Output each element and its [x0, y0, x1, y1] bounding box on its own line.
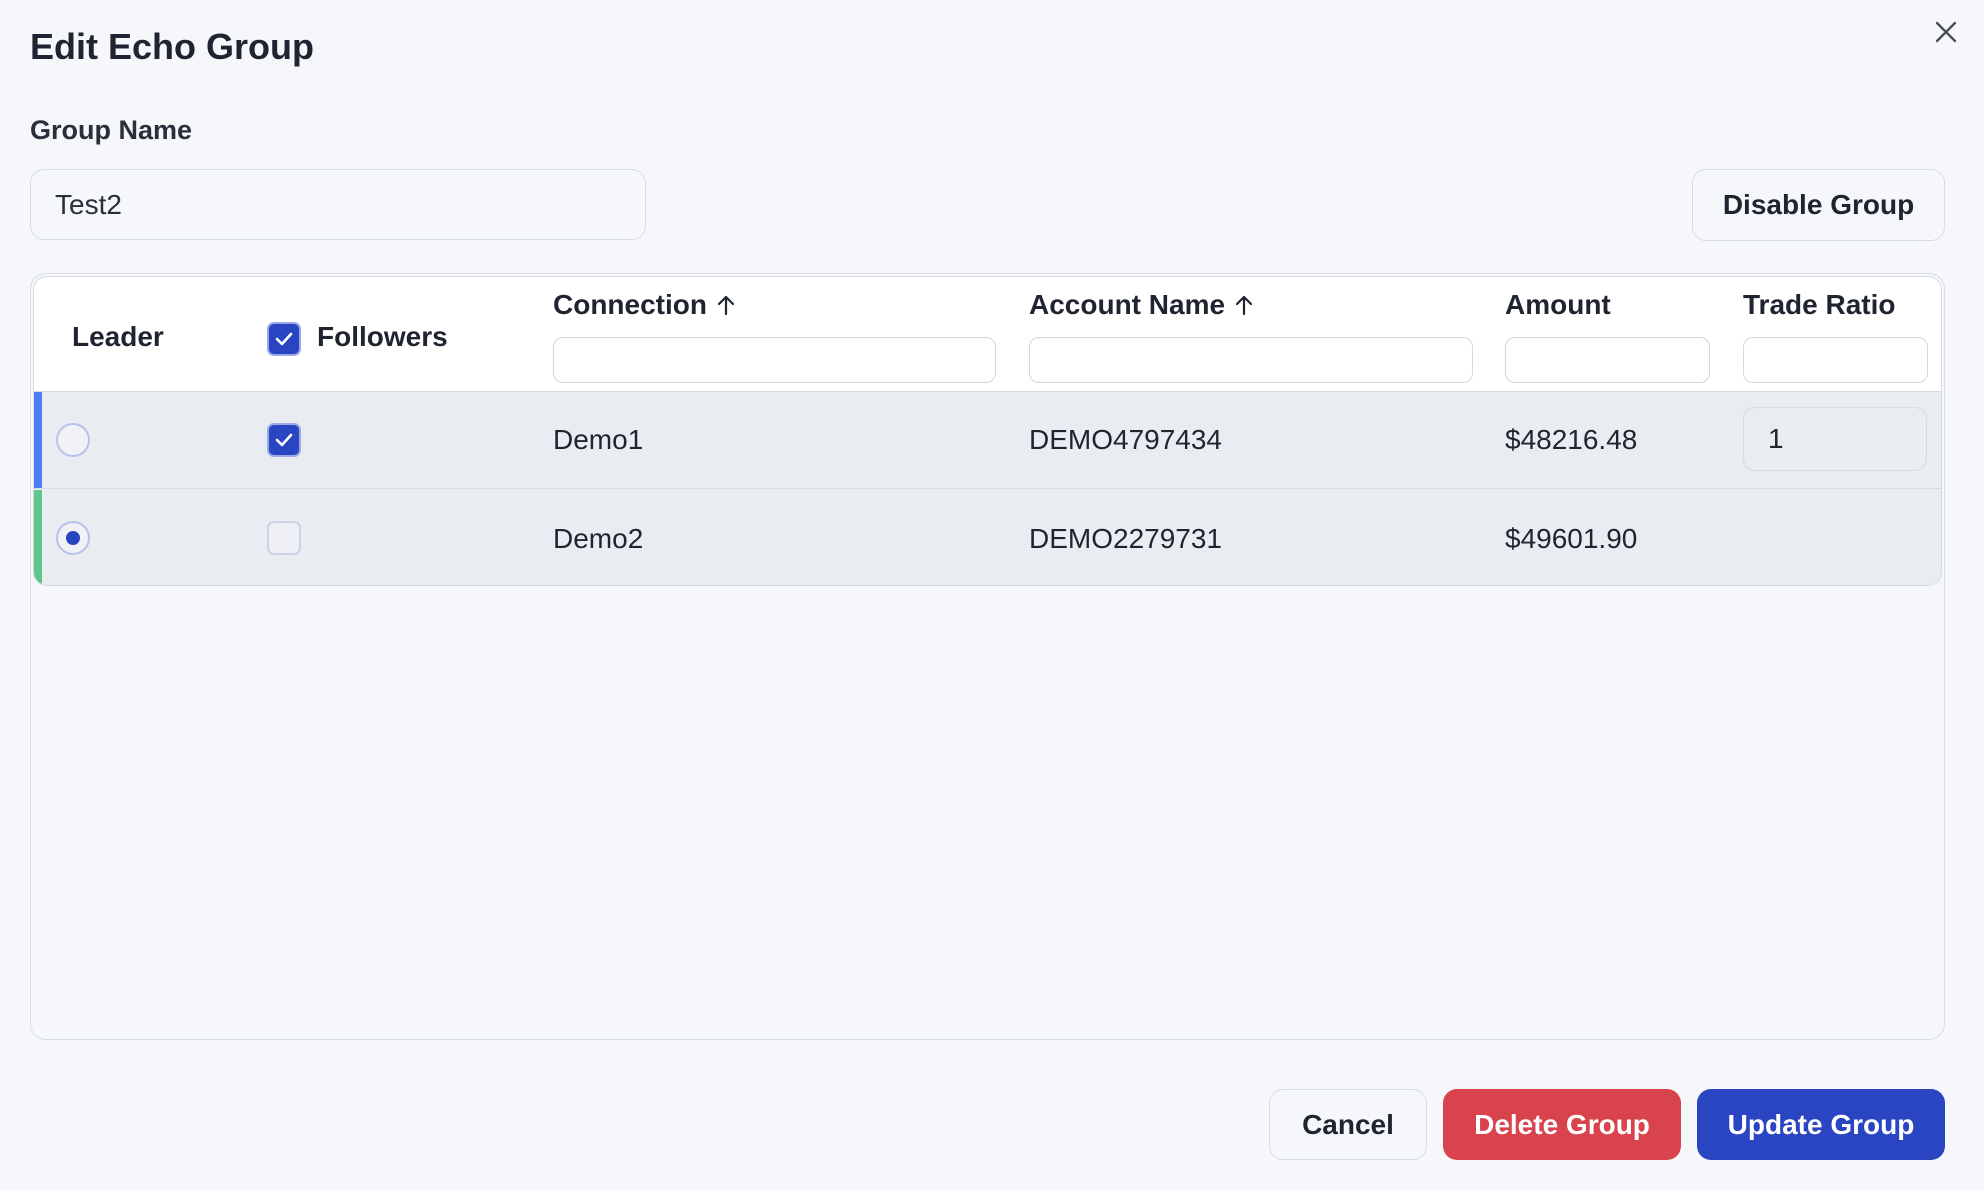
followers-select-all-checkbox[interactable]: [267, 322, 301, 356]
table-header: Leader Followers Connection Account Name…: [34, 277, 1941, 392]
close-icon: [1935, 21, 1957, 43]
column-header-leader: Leader: [72, 321, 164, 353]
leader-header-label: Leader: [72, 321, 164, 352]
trade-ratio-header-label: Trade Ratio: [1743, 289, 1896, 320]
dialog-title: Edit Echo Group: [30, 26, 314, 67]
update-group-button[interactable]: Update Group: [1697, 1089, 1945, 1160]
amount-cell: $49601.90: [1505, 522, 1638, 554]
column-header-connection[interactable]: Connection: [553, 289, 735, 321]
row-accent-bar: [34, 490, 42, 585]
amount-cell: $48216.48: [1505, 424, 1638, 455]
account-name-cell: DEMO2279731: [1029, 522, 1223, 554]
cancel-button[interactable]: Cancel: [1269, 1089, 1427, 1160]
disable-group-button[interactable]: Disable Group: [1692, 169, 1945, 241]
column-header-followers: Followers: [317, 321, 448, 353]
connection-cell: Demo2: [553, 522, 644, 554]
column-header-trade-ratio: Trade Ratio: [1743, 289, 1895, 321]
sort-arrow-up-icon: [1235, 295, 1253, 316]
check-icon: [275, 332, 293, 346]
follower-checkbox[interactable]: [267, 423, 301, 457]
amount-header-label: Amount: [1505, 289, 1611, 320]
radio-selected-dot: [66, 531, 80, 545]
connection-filter-input[interactable]: [553, 337, 996, 383]
group-name-label: Group Name: [30, 115, 193, 145]
trade-ratio-input[interactable]: [1743, 407, 1927, 471]
amount-filter-input[interactable]: [1505, 337, 1710, 383]
follower-checkbox[interactable]: [267, 521, 301, 555]
column-header-amount: Amount: [1505, 289, 1611, 321]
account-name-header-label: Account Name: [1029, 289, 1226, 320]
account-name-filter-input[interactable]: [1029, 337, 1473, 383]
close-button[interactable]: [1928, 14, 1964, 50]
delete-group-button[interactable]: Delete Group: [1443, 1089, 1681, 1160]
leader-radio[interactable]: [56, 521, 90, 555]
trade-ratio-filter-input[interactable]: [1743, 337, 1928, 383]
table-row[interactable]: Demo1 DEMO4797434 $48216.48: [34, 392, 1941, 489]
table-row[interactable]: Demo2 DEMO2279731 $49601.90: [34, 490, 1941, 585]
connection-header-label: Connection: [553, 289, 707, 320]
group-name-input[interactable]: [30, 169, 646, 240]
leader-radio[interactable]: [56, 423, 90, 457]
connection-cell: Demo1: [553, 424, 644, 455]
account-name-cell: DEMO4797434: [1029, 424, 1223, 455]
check-icon: [275, 433, 293, 447]
accounts-table: Leader Followers Connection Account Name…: [33, 276, 1942, 586]
row-accent-bar: [34, 392, 42, 488]
sort-arrow-up-icon: [717, 295, 735, 316]
followers-header-label: Followers: [317, 321, 448, 352]
column-header-account-name[interactable]: Account Name: [1029, 289, 1253, 321]
accounts-table-container: Leader Followers Connection Account Name…: [30, 273, 1945, 1040]
